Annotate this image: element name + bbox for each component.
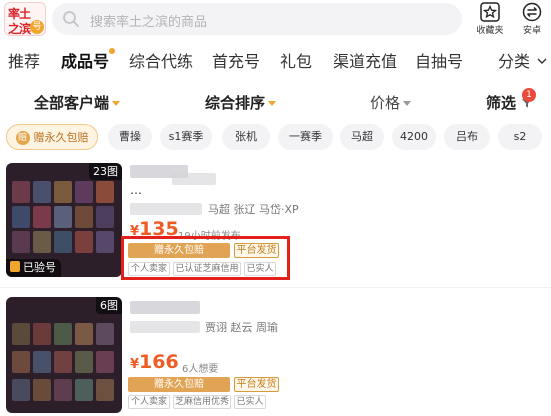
app-logo[interactable]: 率土 之滨 号 (4, 2, 46, 36)
chip-lv-bu[interactable]: 吕布 (444, 124, 490, 150)
favorites-label: 收藏夹 (476, 26, 504, 36)
chip-label: 赠永久包赔 (33, 131, 89, 144)
platform-delivery-tag: 平台发货 (234, 377, 279, 392)
star-icon (480, 2, 500, 22)
compensation-icon: 赔 (15, 131, 30, 145)
listing-card[interactable]: 6图 贾诩 赵云 周瑜 ¥166 6人想要 赠永久包赔 平台发货 个人卖家 芝麻… (0, 297, 551, 413)
highlight-box (121, 236, 290, 280)
blurred-hero-names (130, 203, 202, 215)
compensation-tag: 赠永久包赔 (128, 377, 230, 392)
listing-heroes: 贾诩 赵云 周瑜 (205, 321, 278, 334)
category-label: 分类 (498, 52, 531, 71)
sort-filter-label: 综合排序 (205, 94, 266, 112)
verified-label: 已验号 (23, 261, 56, 274)
tab-finished-account[interactable]: 成品号 (61, 48, 116, 72)
sort-filter[interactable]: 综合排序 (205, 92, 277, 113)
tab-first-charge[interactable]: 首充号 (212, 48, 260, 72)
blurred-hero-names (130, 321, 200, 333)
credit-tag: 芝麻信用优秀 (173, 395, 231, 409)
android-label: 安卓 (522, 26, 541, 36)
chip-cao-cao[interactable]: 曹操 (108, 124, 152, 150)
blurred-title (172, 173, 216, 185)
tab-self-draw[interactable]: 自抽号 (415, 48, 463, 72)
logo-line-2: 之滨 (8, 22, 31, 36)
quick-filter-chips: 赔赠永久包赔 曹操 s1赛季 张机 一赛季 马超 4200 吕布 s2 (0, 124, 551, 152)
real-name-tag: 已实人 (234, 395, 266, 409)
divider (0, 287, 551, 288)
chip-s1-season[interactable]: s1赛季 (160, 124, 212, 150)
filter-bar: 全部客户端 综合排序 价格 筛选 (0, 92, 551, 116)
search-placeholder: 搜索率土之滨的商品 (90, 15, 208, 30)
listing-title-ellipsis: … (130, 183, 142, 197)
client-filter[interactable]: 全部客户端 (34, 92, 121, 113)
price-filter[interactable]: 价格 (370, 92, 412, 113)
chip-permanent-compensation[interactable]: 赔赠永久包赔 (6, 124, 98, 150)
filter-count-badge: 1 (522, 88, 536, 102)
listing-meta: 6人想要 (182, 364, 219, 375)
android-platform-button[interactable]: 安卓 (514, 2, 550, 36)
logo-badge: 号 (30, 20, 44, 34)
tab-boosting[interactable]: 综合代练 (129, 48, 193, 72)
listing-heroes: 马超 张辽 马岱·XP (208, 203, 299, 216)
chevron-down-icon (537, 58, 547, 64)
chip-ma-chao[interactable]: 马超 (340, 124, 384, 150)
listing-card[interactable]: 23图 已验号 … 马超 张辽 马岱·XP ¥135 19小时前发布 赠永久包赔… (0, 163, 551, 283)
client-filter-label: 全部客户端 (34, 94, 110, 112)
top-header: 率土 之滨 号 搜索率土之滨的商品 收藏夹 安卓 (0, 0, 551, 40)
tab-channel-topup[interactable]: 渠道充值 (333, 48, 397, 72)
listing-thumbnail[interactable]: 6图 (6, 297, 122, 413)
platform-switch-icon (522, 2, 542, 22)
favorites-button[interactable]: 收藏夹 (472, 2, 508, 36)
caret-down-icon (112, 101, 121, 106)
tab-new-dot (109, 48, 116, 54)
chip-s2[interactable]: s2 (498, 124, 542, 150)
tab-recommend[interactable]: 推荐 (8, 48, 40, 72)
verified-badge: 已验号 (6, 259, 61, 277)
screen-filter-label: 筛选 (486, 94, 517, 112)
listing-price: ¥166 (130, 351, 179, 373)
search-icon (63, 11, 79, 27)
image-count-badge: 6图 (96, 297, 122, 314)
tab-gift-pack[interactable]: 礼包 (280, 48, 312, 72)
category-tabs: 推荐 成品号 综合代练 首充号 礼包 渠道充值 自抽号 分类 (0, 48, 551, 76)
caret-down-icon (403, 101, 412, 106)
caret-down-icon (268, 101, 277, 106)
category-dropdown[interactable]: 分类 (498, 48, 547, 72)
chip-zhang-ji[interactable]: 张机 (222, 124, 270, 150)
price-filter-label: 价格 (370, 94, 401, 112)
image-count-badge: 23图 (89, 163, 122, 180)
blurred-title (130, 301, 200, 314)
search-bar[interactable]: 搜索率土之滨的商品 (52, 3, 462, 35)
chip-4200[interactable]: 4200 (392, 124, 436, 150)
chip-first-season[interactable]: 一赛季 (278, 124, 333, 150)
shield-icon (10, 261, 20, 272)
seller-tag: 个人卖家 (128, 395, 170, 409)
price-value: 166 (139, 351, 179, 373)
currency-symbol: ¥ (130, 357, 140, 372)
listing-thumbnail[interactable]: 23图 已验号 (6, 163, 122, 277)
tab-finished-account-label: 成品号 (61, 52, 110, 71)
